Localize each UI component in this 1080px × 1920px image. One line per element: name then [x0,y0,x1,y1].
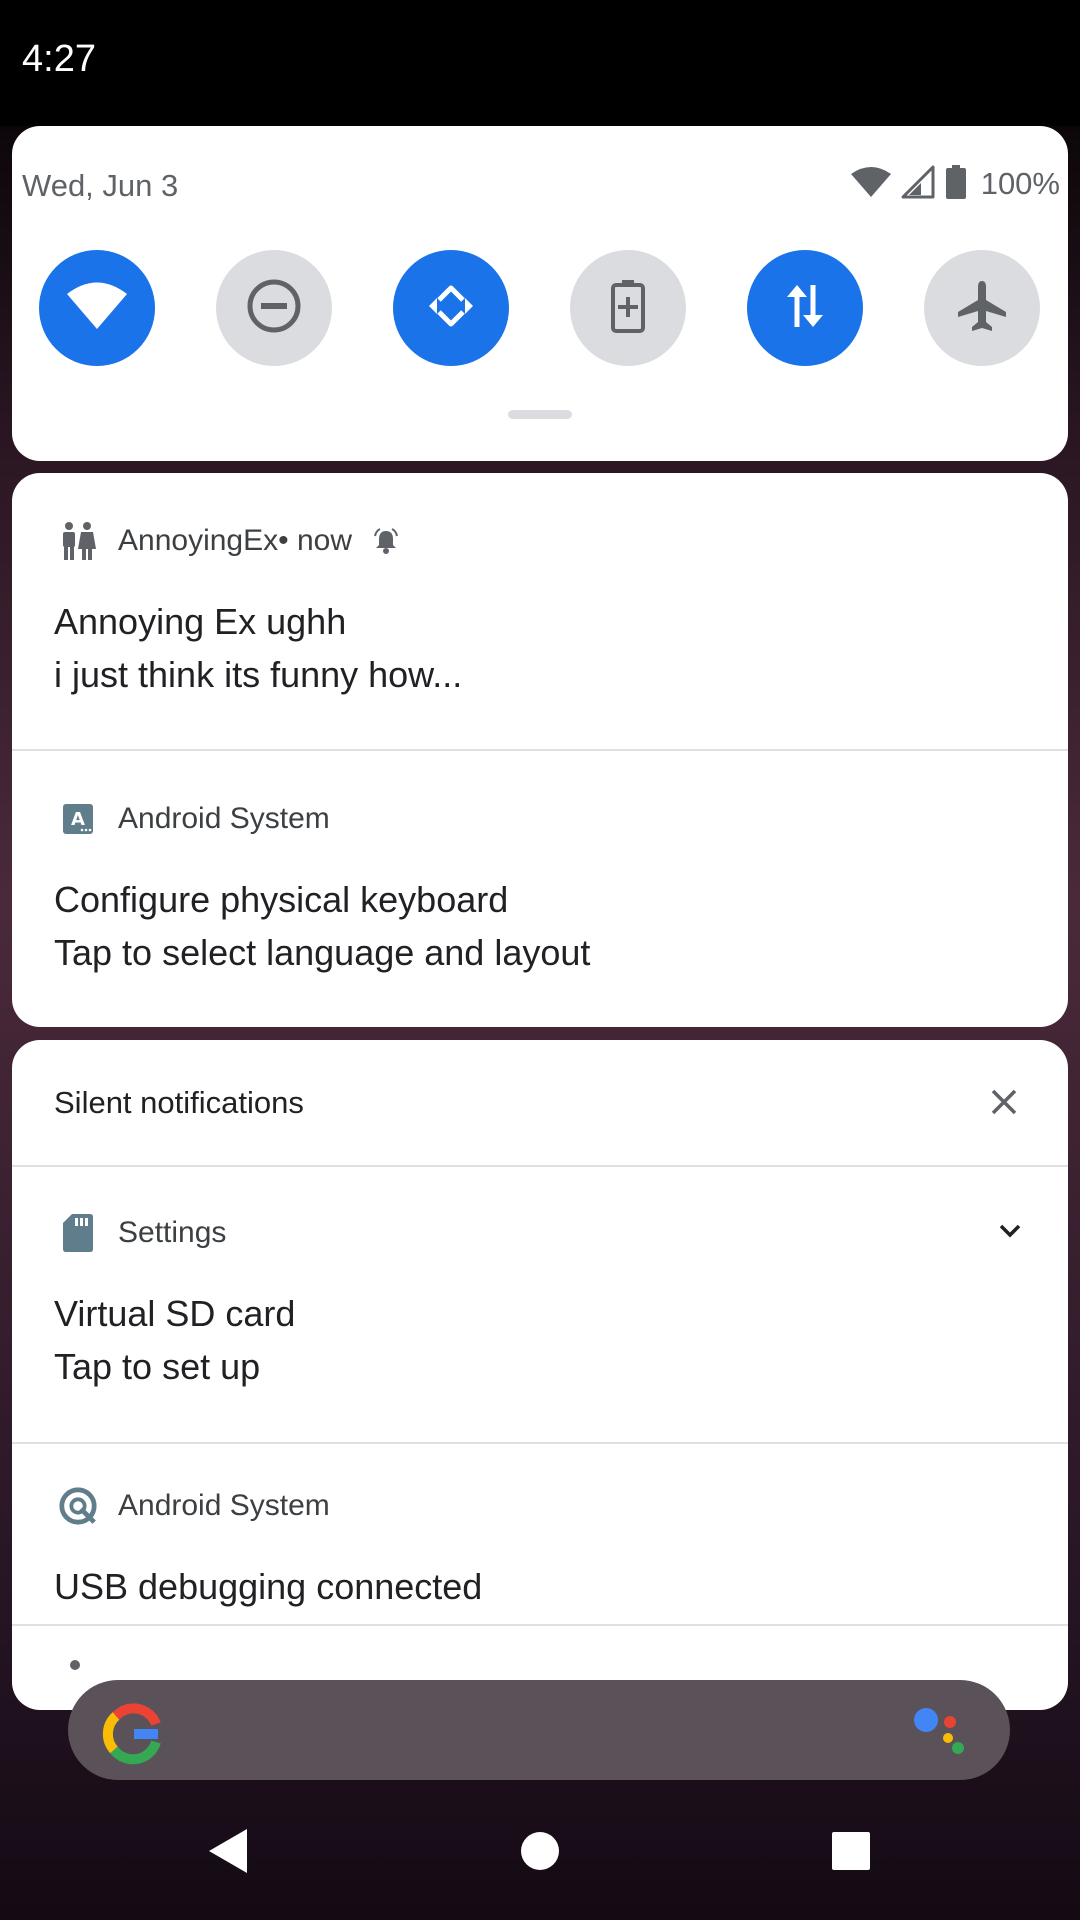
navigation-bar [0,1786,1080,1920]
mobile-data-icon [780,281,830,336]
qs-date[interactable]: Wed, Jun 3 [22,168,178,204]
status-clock: 4:27 [22,38,96,80]
notification-time: • now [278,524,352,557]
auto-rotate-tile[interactable] [393,250,509,366]
notification-app-name: Android System [118,1489,330,1522]
home-icon [519,1830,561,1877]
wifi-signal-icon [850,166,891,203]
qs-expand-handle[interactable] [508,410,572,419]
more-notifications-indicator [70,1660,80,1670]
notification-header: AnnoyingEx • now [58,521,400,561]
notification-usb-debugging[interactable]: Android System USB debugging connected [12,1444,1068,1624]
home-button[interactable] [509,1822,571,1884]
back-icon [205,1827,249,1880]
wifi-icon [66,281,128,336]
battery-saver-icon [610,279,646,338]
battery-icon [945,164,967,204]
notification-title: Annoying Ex ughh [54,601,347,642]
notification-title: Configure physical keyboard [54,879,509,920]
notification-header: Settings [58,1213,226,1253]
notification-app-name: Android System [118,802,330,835]
notification-title: USB debugging connected [54,1566,483,1607]
notification-app-name: AnnoyingEx [118,524,279,557]
clear-silent-button[interactable] [980,1080,1028,1128]
quick-settings-panel: Wed, Jun 3 100% [12,126,1068,461]
notification-title: Virtual SD card [54,1293,296,1334]
qs-status-icons: 100% [850,164,1060,204]
notification-annoyingex[interactable]: AnnoyingEx • now Annoying Ex ughh i just… [12,473,1068,749]
google-logo-icon [102,1702,166,1771]
back-button[interactable] [196,1822,258,1884]
expand-notification-button[interactable] [990,1213,1030,1253]
cell-signal-icon [901,165,935,204]
battery-saver-tile[interactable] [570,250,686,366]
notification-app-name: Settings [118,1216,227,1249]
notification-virtual-sd[interactable]: Settings Virtual SD card Tap to set up [12,1167,1068,1442]
sd-card-icon [58,1213,98,1253]
alert-bell-icon [372,527,400,555]
recents-button[interactable] [820,1822,882,1884]
recents-icon [830,1830,872,1877]
android-debug-icon [58,1486,98,1526]
assistant-icon[interactable] [910,1706,970,1756]
notification-text: Tap to set up [54,1346,261,1387]
notification-header: Android System [58,1486,330,1526]
do-not-disturb-icon [246,278,302,339]
notification-text: i just think its funny how... [54,654,463,695]
auto-rotate-icon [423,278,479,339]
keyboard-language-icon: A [58,799,98,839]
airplane-mode-tile[interactable] [924,250,1040,366]
home-search-bar[interactable] [68,1680,1010,1780]
couple-icon [58,521,98,561]
svg-text:A: A [71,809,85,830]
mobile-data-tile[interactable] [747,250,863,366]
notification-header: A Android System [58,799,330,839]
battery-percent: 100% [980,166,1060,201]
airplane-icon [954,278,1010,339]
silent-section-header: Silent notifications [54,1085,304,1120]
chevron-down-icon [999,1224,1021,1243]
divider [12,1624,1068,1626]
notification-group: AnnoyingEx • now Annoying Ex ughh i just… [12,473,1068,1027]
do-not-disturb-tile[interactable] [216,250,332,366]
silent-notifications-group: Silent notifications Settings Virtual SD… [12,1040,1068,1710]
notification-text: Tap to select language and layout [54,932,591,973]
close-icon [990,1088,1018,1121]
status-bar: 4:27 [0,0,1080,126]
wifi-tile[interactable] [39,250,155,366]
notification-keyboard[interactable]: A Android System Configure physical keyb… [12,751,1068,1027]
